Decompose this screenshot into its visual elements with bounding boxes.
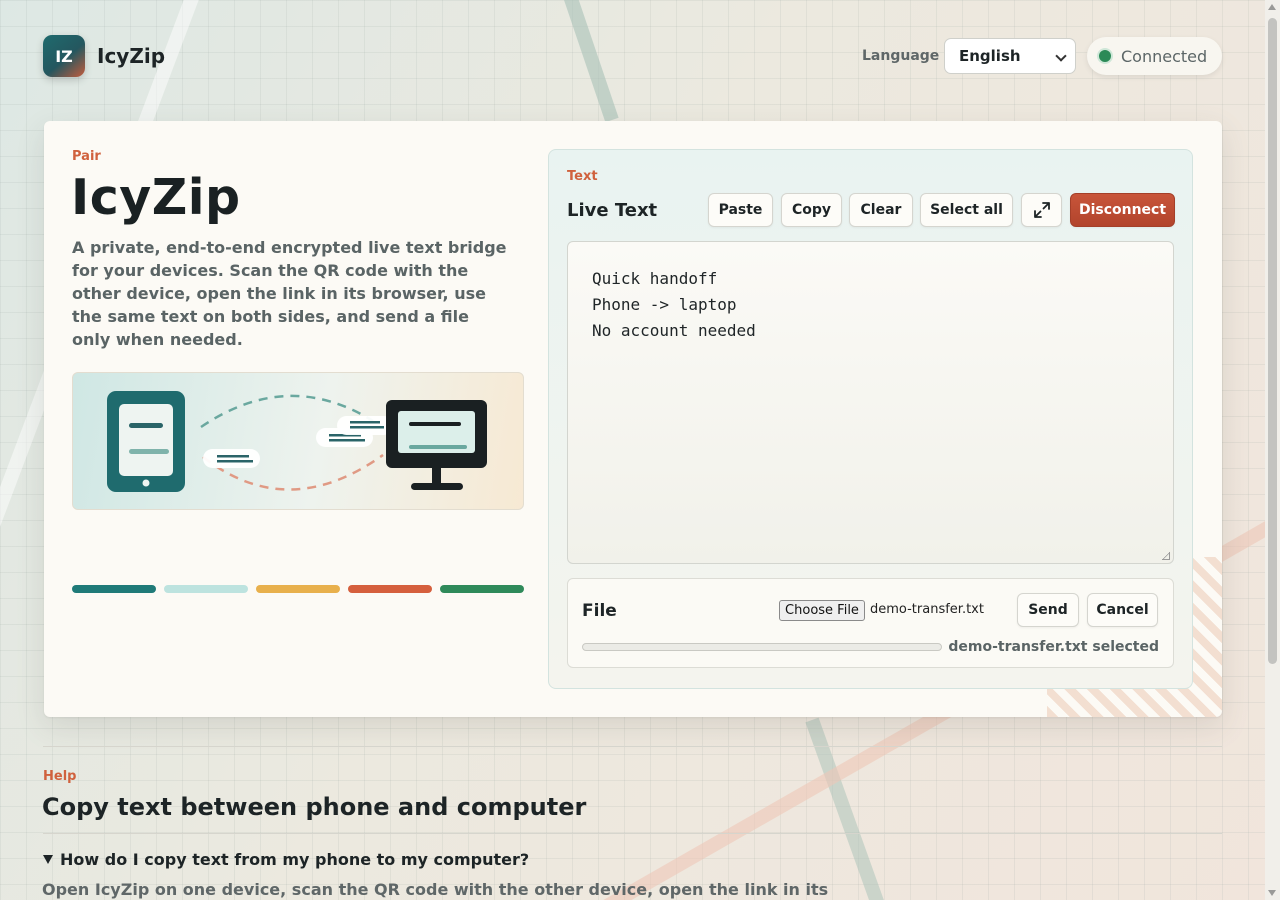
status-dot-icon <box>1099 50 1111 62</box>
scroll-thumb[interactable] <box>1268 18 1277 664</box>
palette-swatch <box>256 585 340 593</box>
paste-button[interactable]: Paste <box>708 193 773 227</box>
scroll-down-icon[interactable] <box>1268 890 1276 896</box>
help-title: Copy text between phone and computer <box>42 793 587 821</box>
file-progress-bar <box>582 643 942 651</box>
live-text-panel: Text Live Text Paste Copy Clear Select a… <box>548 149 1193 689</box>
select-all-button[interactable]: Select all <box>920 193 1013 227</box>
send-button[interactable]: Send <box>1017 593 1079 627</box>
file-section-title: File <box>582 601 617 621</box>
panel-eyebrow: Text <box>567 169 598 184</box>
hero-description: A private, end-to-end encrypted live tex… <box>72 238 507 349</box>
faq-answer: Open IcyZip on one device, scan the QR c… <box>42 880 829 899</box>
chevron-down-icon <box>1055 50 1067 62</box>
scroll-up-icon[interactable] <box>1268 4 1276 10</box>
palette-swatch <box>348 585 432 593</box>
expand-icon <box>1033 202 1050 218</box>
panel-title: Live Text <box>567 200 658 221</box>
hero-eyebrow: Pair <box>72 149 101 164</box>
page-scrollbar[interactable] <box>1265 0 1280 900</box>
palette-swatch <box>164 585 248 593</box>
expand-button[interactable] <box>1021 193 1062 227</box>
app-logo: IZ <box>43 35 85 77</box>
live-text-area[interactable]: Quick handoff Phone -> laptop No account… <box>567 241 1174 564</box>
faq-question-text: How do I copy text from my phone to my c… <box>60 850 530 869</box>
logo-text: IZ <box>55 46 73 66</box>
chosen-file-name: demo-transfer.txt <box>870 602 984 617</box>
connection-status-text: Connected <box>1121 46 1208 66</box>
text-line: No account needed <box>592 321 756 340</box>
language-selected-value: English <box>959 47 1021 65</box>
cancel-button[interactable]: Cancel <box>1087 593 1158 627</box>
palette-swatch <box>72 585 156 593</box>
pairing-illustration <box>72 372 524 510</box>
phone-to-computer-illustration <box>107 391 487 492</box>
file-status-text: demo-transfer.txt selected <box>948 639 1159 655</box>
brand-name: IcyZip <box>97 44 166 68</box>
resize-handle[interactable] <box>1162 552 1170 560</box>
disclosure-triangle-icon <box>43 855 53 864</box>
connection-status-badge: Connected <box>1087 37 1222 75</box>
main-card: Pair IcyZip A private, end-to-end encryp… <box>44 121 1222 717</box>
clear-button[interactable]: Clear <box>849 193 913 227</box>
palette-swatch <box>440 585 524 593</box>
file-transfer-box: File Choose File demo-transfer.txt Send … <box>567 578 1174 668</box>
copy-button[interactable]: Copy <box>781 193 842 227</box>
faq-divider <box>43 833 1222 834</box>
hero-title: IcyZip <box>71 169 241 226</box>
help-eyebrow: Help <box>43 769 77 784</box>
color-palette <box>72 585 524 593</box>
faq-question[interactable]: How do I copy text from my phone to my c… <box>43 850 529 869</box>
language-select[interactable]: English <box>944 38 1076 74</box>
disconnect-button[interactable]: Disconnect <box>1070 193 1175 227</box>
choose-file-button[interactable]: Choose File <box>779 600 865 621</box>
section-divider <box>43 746 1222 747</box>
language-label: Language <box>862 48 940 64</box>
text-line: Quick handoff <box>592 269 718 288</box>
text-line: Phone -> laptop <box>592 295 737 314</box>
